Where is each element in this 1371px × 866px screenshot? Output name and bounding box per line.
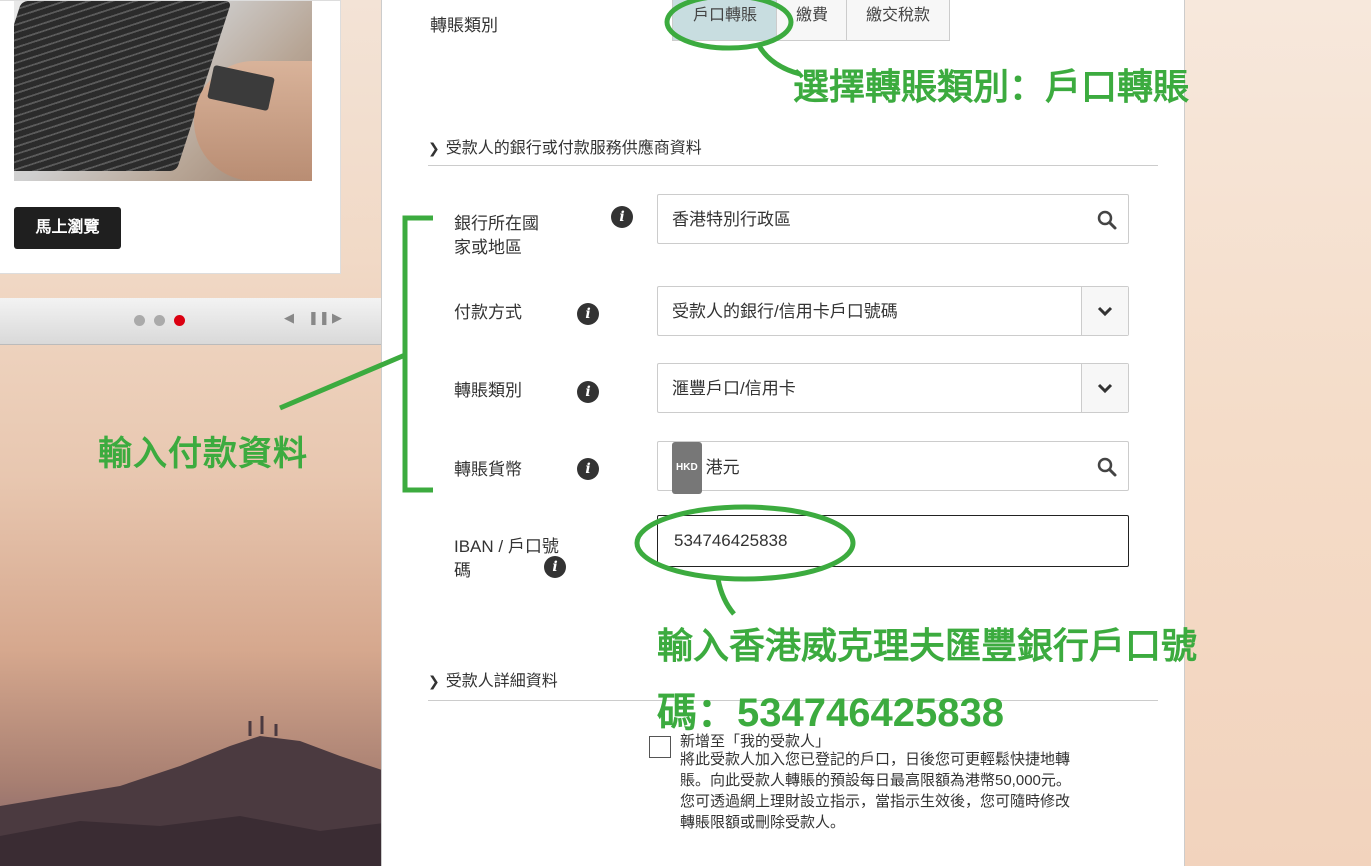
annotation-enter-account-line1: 輸入香港威克理夫匯豐銀行戶口號 — [657, 625, 1198, 666]
annotation-select-type: 選擇轉賬類別：戶口轉賬 — [793, 66, 1190, 107]
annotation-enter-account-line2: 碼：534746425838 — [657, 691, 1004, 735]
